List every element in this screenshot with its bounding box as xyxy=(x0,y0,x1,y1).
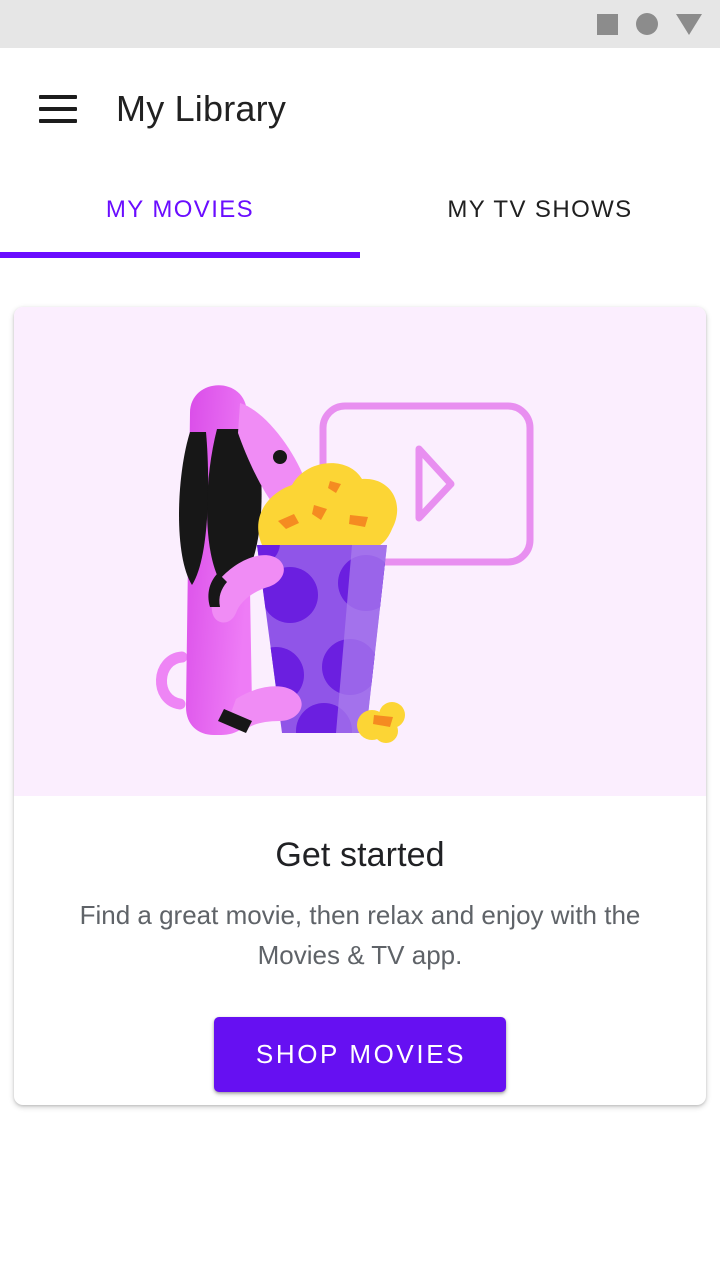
app-bar: My Library xyxy=(0,48,720,170)
square-icon xyxy=(597,13,618,35)
tab-my-tv-shows[interactable]: MY TV SHOWS xyxy=(360,170,720,258)
page-title: My Library xyxy=(116,88,287,129)
card-title: Get started xyxy=(275,836,445,874)
shop-movies-button[interactable]: SHOP MOVIES xyxy=(213,1017,507,1092)
dog-eye xyxy=(273,450,287,464)
app-root: My Library MY MOVIES MY TV SHOWS Get sta… xyxy=(0,0,720,1280)
triangle-down-icon xyxy=(676,13,702,35)
get-started-card: Get started Find a great movie, then rel… xyxy=(14,307,706,1105)
menu-bar-3 xyxy=(39,119,77,123)
tab-bar: MY MOVIES MY TV SHOWS xyxy=(0,170,720,258)
menu-bar-2 xyxy=(39,107,77,111)
tab-active-indicator xyxy=(0,252,360,258)
hamburger-menu-icon[interactable] xyxy=(30,81,86,137)
tab-my-movies[interactable]: MY MOVIES xyxy=(0,170,360,258)
card-description: Find a great movie, then relax and enjoy… xyxy=(79,900,641,970)
menu-bar-1 xyxy=(39,95,77,99)
illustration-svg xyxy=(156,385,534,743)
card-body: Get started Find a great movie, then rel… xyxy=(14,796,706,1092)
dog-with-popcorn-illustration xyxy=(14,307,706,796)
status-bar xyxy=(0,0,720,48)
circle-icon xyxy=(636,13,658,35)
